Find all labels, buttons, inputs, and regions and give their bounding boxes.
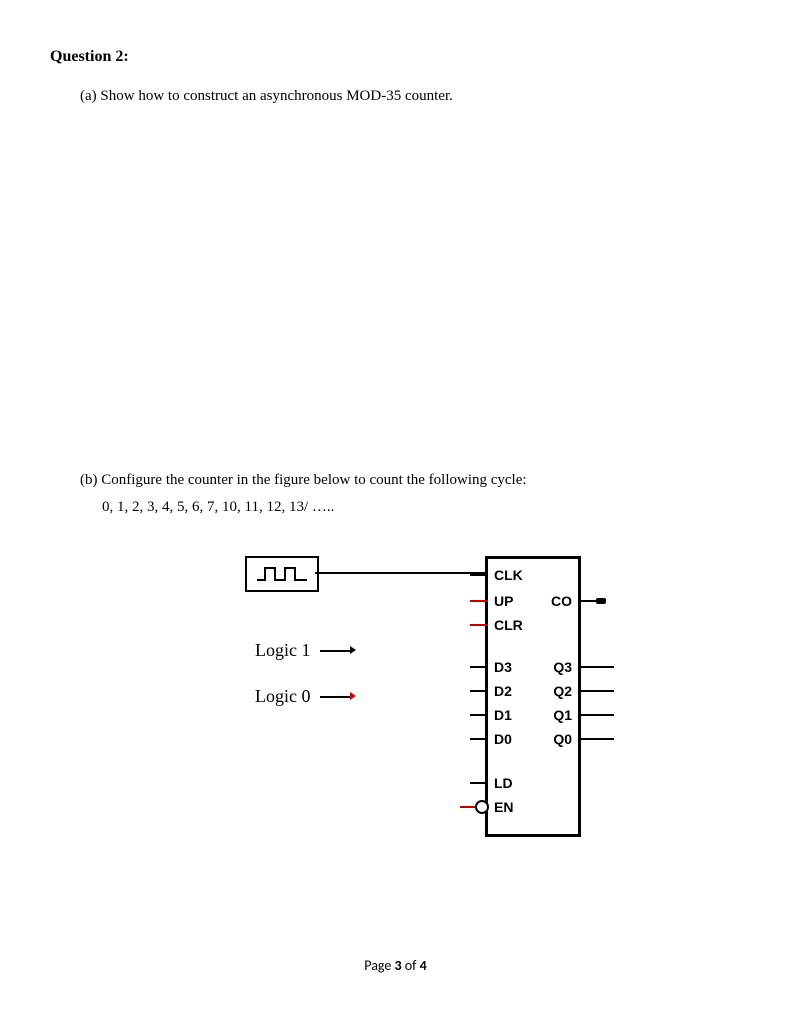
workspace-a (50, 115, 741, 470)
pin-q0-stub (578, 738, 614, 740)
page-footer: Page 3 of 4 (0, 957, 791, 974)
footer-current: 3 (395, 957, 402, 974)
part-b-marker: (b) (80, 472, 98, 488)
pin-d2-label: D2 (494, 683, 512, 699)
logic-0-label: Logic 0 (255, 686, 311, 707)
part-b: (b) Configure the counter in the figure … (80, 470, 741, 491)
pin-co-stub (578, 600, 596, 602)
square-wave-icon (257, 564, 307, 584)
pin-d3-label: D3 (494, 659, 512, 675)
logic-0-arrow-icon (350, 692, 356, 700)
pin-en-negation-icon (475, 800, 489, 814)
document-page: Question 2: (a) Show how to construct an… (0, 0, 791, 1024)
pin-q3-stub (578, 666, 614, 668)
pin-q3-label: Q3 (553, 659, 572, 675)
part-b-sequence: 0, 1, 2, 3, 4, 5, 6, 7, 10, 11, 12, 13/ … (102, 499, 741, 516)
logic-0-tick (320, 696, 350, 698)
pin-up-label: UP (494, 593, 513, 609)
part-a-text: Show how to construct an asynchronous MO… (100, 88, 452, 104)
logic-1-tick (320, 650, 350, 652)
footer-total: 4 (420, 957, 427, 974)
pin-co-terminal-icon (596, 598, 606, 604)
question-title: Question 2: (50, 48, 741, 66)
pin-d0-stub (470, 738, 488, 740)
counter-diagram: Logic 1 Logic 0 CLK UP CLR D3 D2 D1 D0 L… (160, 546, 720, 846)
part-a: (a) Show how to construct an asynchronou… (80, 86, 741, 107)
pin-q1-label: Q1 (553, 707, 572, 723)
logic-1-label: Logic 1 (255, 640, 311, 661)
clock-source (245, 556, 319, 592)
pin-clr-label: CLR (494, 617, 523, 633)
pin-q2-stub (578, 690, 614, 692)
pin-ld-label: LD (494, 775, 513, 791)
clock-wire (315, 572, 485, 574)
pin-q0-label: Q0 (553, 731, 572, 747)
pin-up-stub (470, 600, 488, 602)
pin-d1-label: D1 (494, 707, 512, 723)
pin-clk-label: CLK (494, 567, 523, 583)
pin-d3-stub (470, 666, 488, 668)
pin-q2-label: Q2 (553, 683, 572, 699)
pin-d1-stub (470, 714, 488, 716)
part-a-marker: (a) (80, 88, 97, 104)
footer-of: of (402, 957, 420, 974)
footer-prefix: Page (364, 957, 394, 974)
pin-ld-stub (470, 782, 488, 784)
pin-en-label: EN (494, 799, 513, 815)
pin-q1-stub (578, 714, 614, 716)
logic-1-arrow-icon (350, 646, 356, 654)
pin-en-stub (460, 806, 476, 808)
counter-chip: CLK UP CLR D3 D2 D1 D0 LD EN CO Q3 Q2 Q1… (485, 556, 581, 837)
pin-d2-stub (470, 690, 488, 692)
pin-clk-stub (470, 574, 488, 576)
pin-d0-label: D0 (494, 731, 512, 747)
part-b-text: Configure the counter in the figure belo… (101, 472, 526, 488)
pin-co-label: CO (551, 593, 572, 609)
pin-clr-stub (470, 624, 488, 626)
